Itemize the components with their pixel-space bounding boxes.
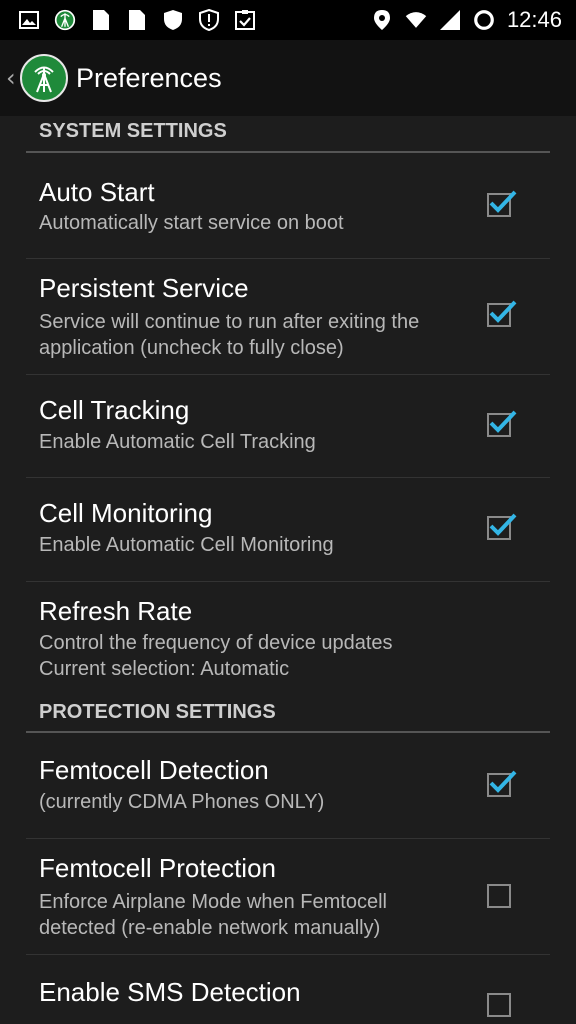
cell-monitoring-checkbox[interactable] bbox=[487, 513, 517, 540]
file-icon bbox=[90, 9, 112, 31]
system-icons: 12:46 bbox=[371, 7, 576, 33]
alert-shield-icon bbox=[198, 9, 220, 31]
pref-persistent-service[interactable]: Persistent Service Service will continue… bbox=[26, 259, 550, 375]
app-logo-icon[interactable] bbox=[20, 54, 68, 102]
sms-detection-checkbox[interactable] bbox=[487, 993, 511, 1017]
image-icon bbox=[18, 9, 40, 31]
section-header-protection: PROTECTION SETTINGS bbox=[26, 702, 550, 733]
cell-signal-icon bbox=[439, 9, 461, 31]
cell-tracking-checkbox[interactable] bbox=[487, 410, 517, 437]
pref-femtocell-detection[interactable]: Femtocell Detection (currently CDMA Phon… bbox=[26, 733, 550, 839]
pref-summary: Service will continue to run after exiti… bbox=[39, 311, 420, 359]
pref-femtocell-protection[interactable]: Femtocell Protection Enforce Airplane Mo… bbox=[26, 839, 550, 955]
file-icon bbox=[126, 9, 148, 31]
shield-icon bbox=[162, 9, 184, 31]
pref-refresh-rate[interactable]: Refresh Rate Control the frequency of de… bbox=[26, 582, 550, 705]
page-title: Preferences bbox=[76, 62, 222, 93]
pref-title: Persistent Service bbox=[39, 273, 249, 303]
pref-summary: Enable Automatic Cell Tracking bbox=[39, 431, 316, 453]
auto-start-checkbox[interactable] bbox=[487, 190, 517, 217]
preference-list[interactable]: SYSTEM SETTINGS Auto Start Automatically… bbox=[0, 116, 576, 1024]
pref-title: Refresh Rate bbox=[39, 596, 193, 626]
battery-ring-icon bbox=[473, 9, 495, 31]
clock: 12:46 bbox=[506, 7, 562, 32]
pref-title: Femtocell Protection bbox=[39, 853, 276, 883]
femtocell-detection-checkbox[interactable] bbox=[487, 770, 517, 797]
pref-auto-start[interactable]: Auto Start Automatically start service o… bbox=[26, 153, 550, 259]
pref-summary: Enable Automatic Cell Monitoring bbox=[39, 534, 334, 556]
pref-summary: Enforce Airplane Mode when Femtocell det… bbox=[39, 891, 387, 939]
persistent-service-checkbox[interactable] bbox=[487, 300, 517, 327]
pref-title: Cell Tracking bbox=[39, 395, 190, 425]
location-icon bbox=[371, 9, 393, 31]
pref-summary: (currently CDMA Phones ONLY) bbox=[39, 791, 325, 813]
femtocell-protection-checkbox[interactable] bbox=[487, 884, 511, 908]
pref-title: Cell Monitoring bbox=[39, 498, 213, 528]
pref-summary: Automatically start service on boot bbox=[39, 212, 344, 234]
pref-title: Enable SMS Detection bbox=[39, 977, 301, 1007]
clipboard-check-icon bbox=[234, 9, 256, 31]
pref-cell-monitoring[interactable]: Cell Monitoring Enable Automatic Cell Mo… bbox=[26, 478, 550, 582]
action-bar: ‹ Preferences bbox=[0, 40, 576, 116]
status-bar: 12:46 bbox=[0, 0, 576, 40]
section-header-system: SYSTEM SETTINGS bbox=[26, 116, 550, 153]
pref-enable-sms-detection[interactable]: Enable SMS Detection bbox=[26, 955, 550, 1017]
pref-title: Auto Start bbox=[39, 177, 155, 207]
wifi-icon bbox=[405, 9, 427, 31]
pref-summary: Control the frequency of device updates … bbox=[39, 632, 393, 680]
pref-title: Femtocell Detection bbox=[39, 755, 269, 785]
pref-cell-tracking[interactable]: Cell Tracking Enable Automatic Cell Trac… bbox=[26, 375, 550, 478]
back-caret-icon[interactable]: ‹ bbox=[6, 64, 20, 92]
notification-icons bbox=[0, 9, 256, 31]
app-notification-icon bbox=[54, 9, 76, 31]
